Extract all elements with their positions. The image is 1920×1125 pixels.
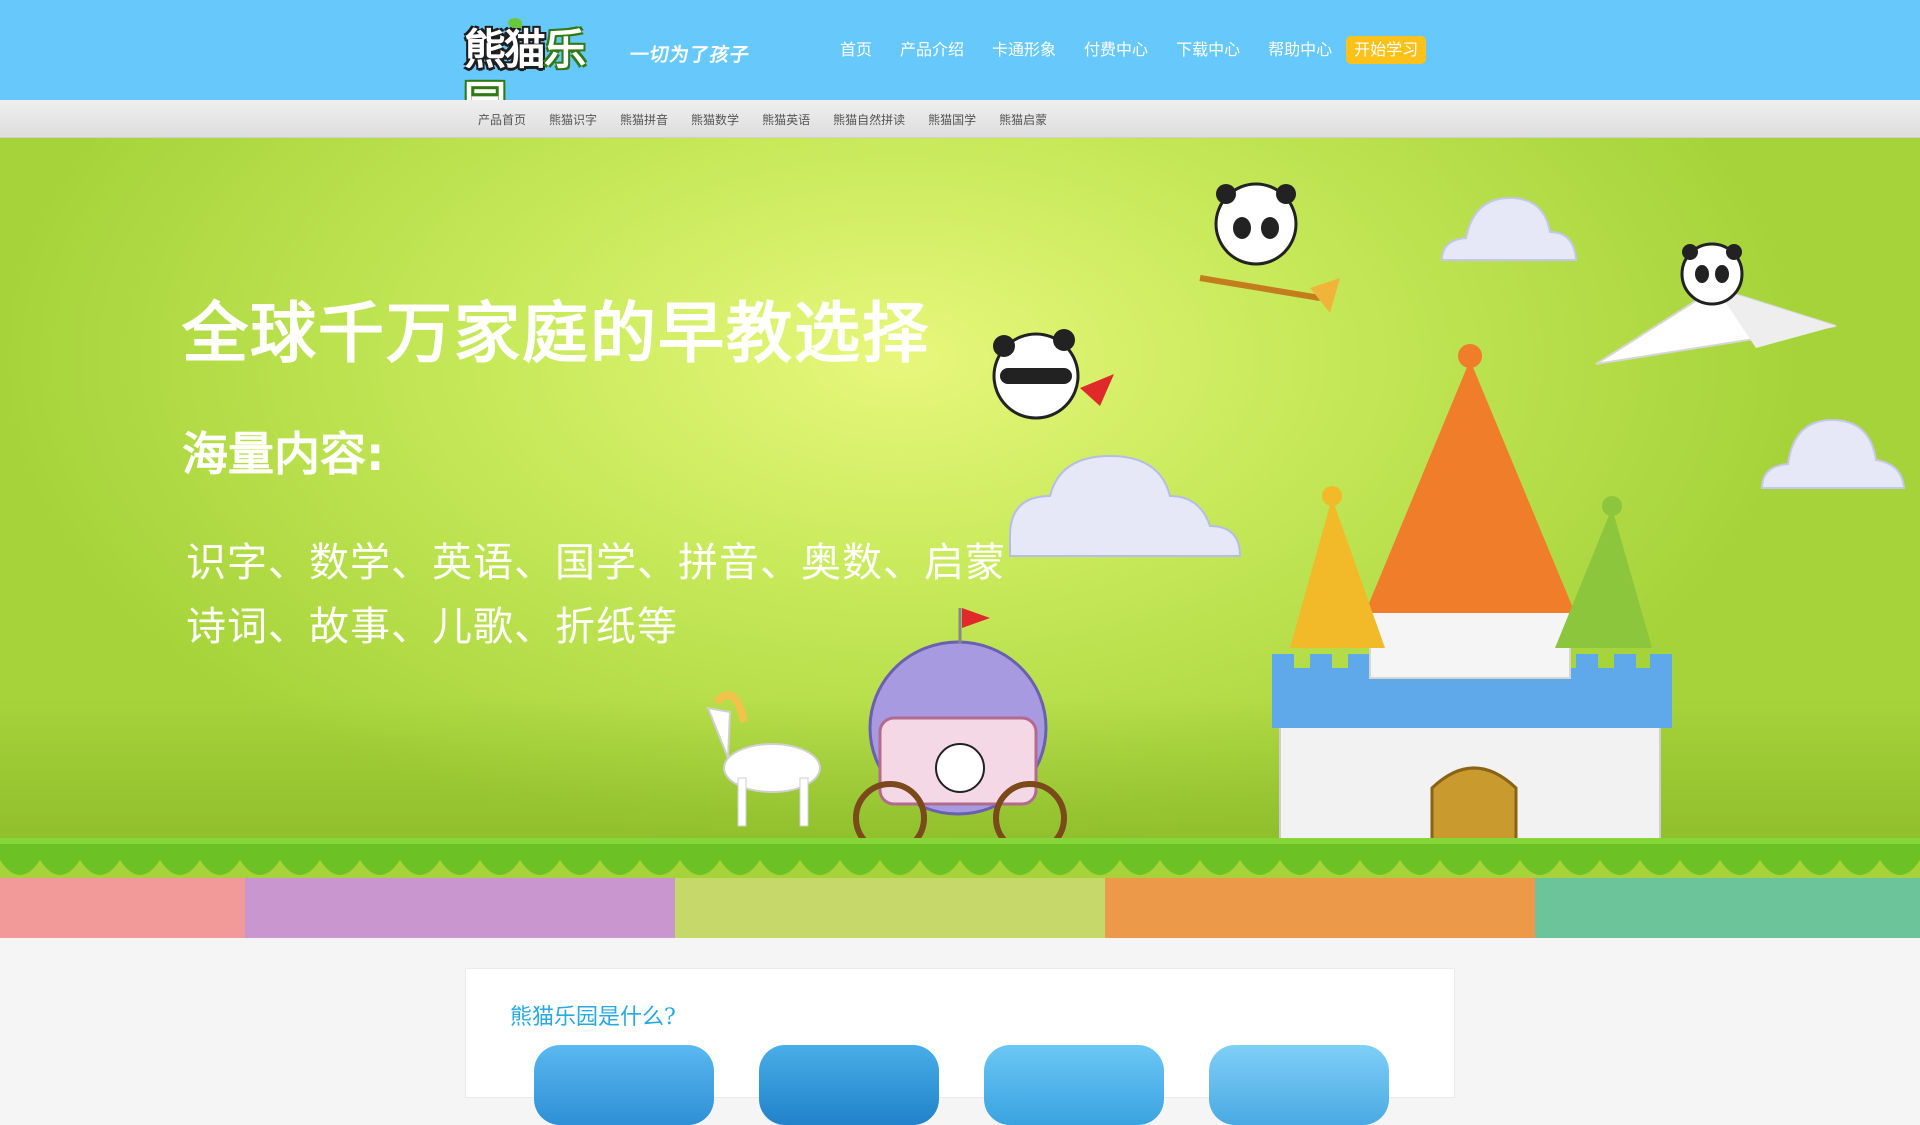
panda-pilot-icon [1680, 242, 1744, 306]
panda-witch-icon [1199, 182, 1340, 313]
hero-subtitle: 海量内容: [182, 427, 385, 481]
panda-superhero-icon [992, 329, 1114, 420]
app-icon[interactable] [759, 1045, 939, 1125]
grass-edge [0, 838, 1920, 875]
sprout-icon [508, 18, 522, 28]
hero-content-line-2: 诗词、故事、儿歌、折纸等 [186, 604, 678, 650]
hero-content-line-1: 识字、数学、英语、国学、拼音、奥数、启蒙 [186, 540, 1006, 586]
subnav-guoxue[interactable]: 熊猫国学 [928, 111, 976, 128]
main-nav: 首页 产品介绍 卡通形象 付费中心 下载中心 帮助中心 开始学习 [840, 36, 1427, 64]
top-header: 熊猫乐园 一切为了孩子 首页 产品介绍 卡通形象 付费中心 下载中心 帮助中心 … [0, 0, 1920, 126]
hero-banner[interactable]: 全球千万家庭的早教选择 海量内容: 识字、数学、英语、国学、拼音、奥数、启蒙 诗… [0, 138, 1920, 938]
subnav-characters[interactable]: 熊猫识字 [549, 111, 597, 128]
subnav-enlightenment[interactable]: 熊猫启蒙 [999, 111, 1047, 128]
slogan: 一切为了孩子 [628, 44, 752, 66]
app-icon[interactable] [534, 1045, 714, 1125]
subnav-english[interactable]: 熊猫英语 [762, 111, 810, 128]
subnav-pinyin[interactable]: 熊猫拼音 [620, 111, 668, 128]
nav-home[interactable]: 首页 [840, 36, 872, 64]
panda-park-logo[interactable]: 熊猫乐园 [464, 18, 624, 126]
cloud-icon [1760, 418, 1906, 489]
start-learning-button[interactable]: 开始学习 [1346, 36, 1427, 64]
nav-characters[interactable]: 卡通形象 [992, 36, 1056, 64]
cloud-icon [1440, 196, 1578, 261]
section-title: 熊猫乐园是什么? [510, 1005, 676, 1030]
hero-title: 全球千万家庭的早教选择 [182, 295, 930, 372]
horse-carriage-icon [706, 608, 1067, 855]
castle-icon [1272, 344, 1672, 850]
cloud-icon [1009, 454, 1242, 557]
nav-help[interactable]: 帮助中心 [1268, 36, 1332, 64]
intro-section: 熊猫乐园是什么? [465, 968, 1455, 1125]
nav-payment[interactable]: 付费中心 [1084, 36, 1148, 64]
sub-nav-bar: 产品首页 熊猫识字 熊猫拼音 熊猫数学 熊猫英语 熊猫自然拼读 熊猫国学 熊猫启… [0, 100, 1920, 138]
subnav-math[interactable]: 熊猫数学 [691, 111, 739, 128]
app-icon[interactable] [1209, 1045, 1389, 1125]
subnav-product-home[interactable]: 产品首页 [478, 111, 526, 128]
nav-download[interactable]: 下载中心 [1176, 36, 1240, 64]
sub-nav: 产品首页 熊猫识字 熊猫拼音 熊猫数学 熊猫英语 熊猫自然拼读 熊猫国学 熊猫启… [478, 100, 1070, 138]
subnav-phonics[interactable]: 熊猫自然拼读 [833, 111, 905, 128]
nav-products[interactable]: 产品介绍 [900, 36, 964, 64]
app-icon[interactable] [984, 1045, 1164, 1125]
